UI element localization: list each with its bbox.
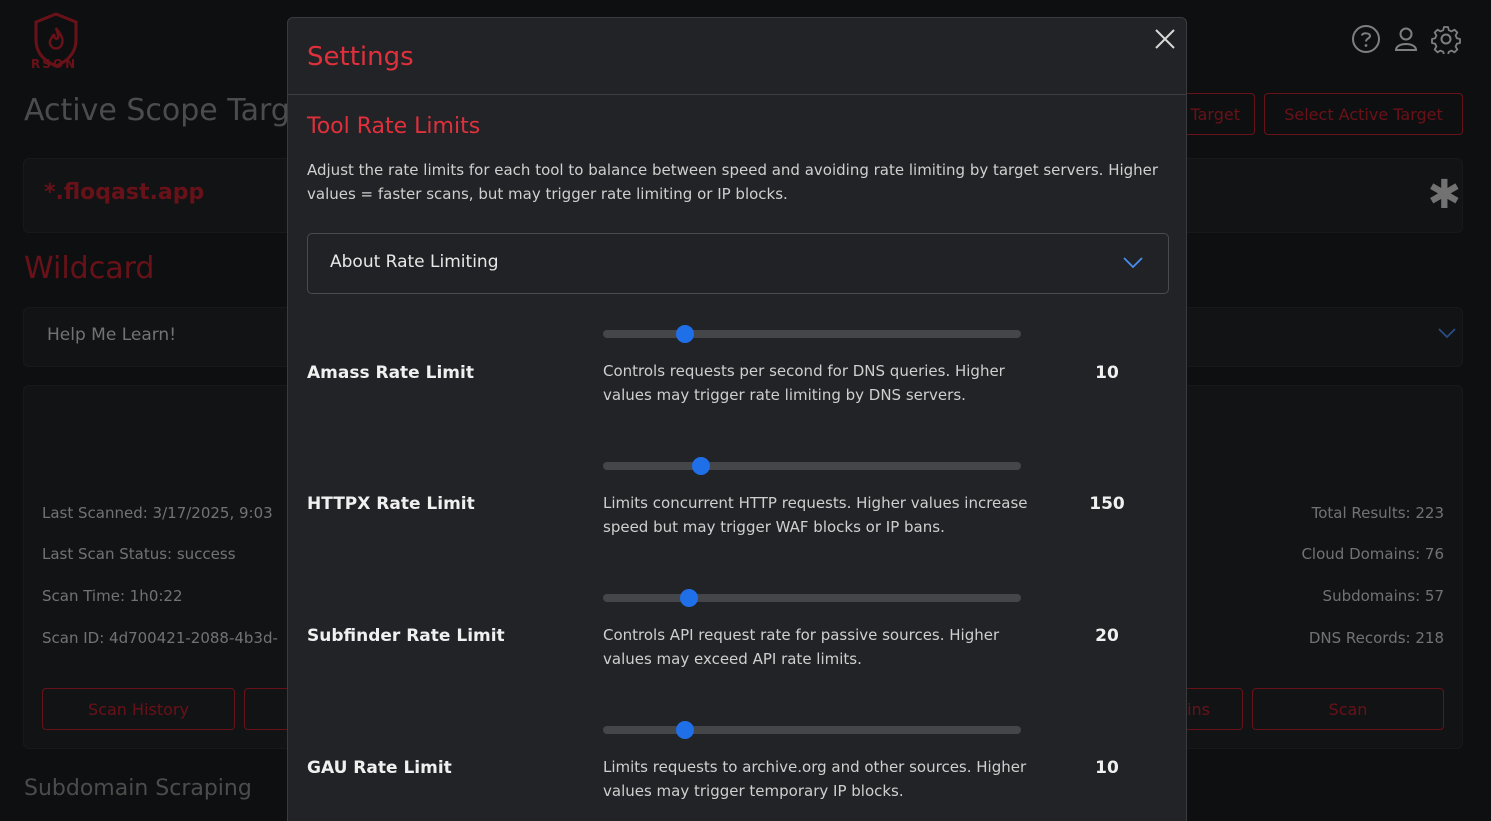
close-icon xyxy=(1155,29,1175,49)
amass-rate-description: Controls requests per second for DNS que… xyxy=(603,362,1005,404)
accordion-label: About Rate Limiting xyxy=(330,252,499,272)
slider-thumb[interactable] xyxy=(691,457,710,475)
slider-thumb[interactable] xyxy=(680,589,699,607)
modal-title: Settings xyxy=(307,42,414,72)
gau-rate-description: Limits requests to archive.org and other… xyxy=(603,758,1027,800)
httpx-slider[interactable] xyxy=(603,457,1021,475)
subfinder-rate-label: Subfinder Rate Limit xyxy=(307,626,505,646)
httpx-rate-value: 150 xyxy=(1089,494,1125,514)
chevron-down-icon xyxy=(1123,257,1143,269)
section-title: Tool Rate Limits xyxy=(307,114,481,139)
rate-row-subfinder: Subfinder Rate Limit Controls API reques… xyxy=(307,585,1169,695)
close-button[interactable] xyxy=(1152,26,1178,52)
slider-thumb[interactable] xyxy=(675,721,694,739)
gau-rate-value: 10 xyxy=(1095,758,1119,778)
settings-modal: Settings Tool Rate Limits Adjust the rat… xyxy=(287,17,1187,821)
slider-thumb[interactable] xyxy=(675,325,694,343)
subfinder-rate-description: Controls API request rate for passive so… xyxy=(603,626,1000,668)
httpx-rate-description: Limits concurrent HTTP requests. Higher … xyxy=(603,494,1028,536)
rate-row-gau: GAU Rate Limit Limits requests to archiv… xyxy=(307,717,1169,821)
modal-header: Settings xyxy=(288,18,1186,95)
httpx-rate-label: HTTPX Rate Limit xyxy=(307,494,475,514)
subfinder-rate-value: 20 xyxy=(1095,626,1119,646)
section-description: Adjust the rate limits for each tool to … xyxy=(307,161,1159,203)
amass-rate-label: Amass Rate Limit xyxy=(307,363,474,383)
amass-slider[interactable] xyxy=(603,325,1021,343)
rate-row-amass: Amass Rate Limit Controls requests per s… xyxy=(307,321,1169,431)
subfinder-slider[interactable] xyxy=(603,589,1021,607)
about-rate-limiting-accordion[interactable]: About Rate Limiting xyxy=(307,233,1169,294)
gau-slider[interactable] xyxy=(603,721,1021,739)
gau-rate-label: GAU Rate Limit xyxy=(307,758,452,778)
rate-row-httpx: HTTPX Rate Limit Limits concurrent HTTP … xyxy=(307,453,1169,563)
amass-rate-value: 10 xyxy=(1095,363,1119,383)
